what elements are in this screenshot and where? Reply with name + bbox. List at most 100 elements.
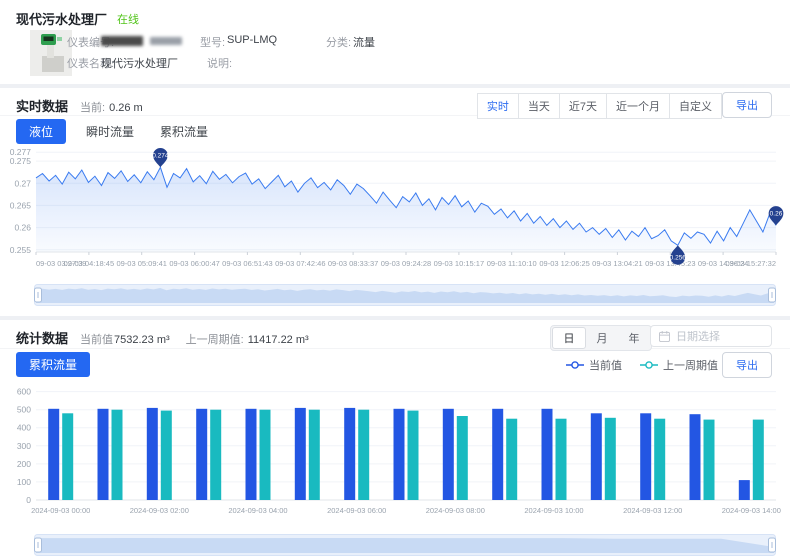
range-button-0[interactable]: 实时 [477,93,519,119]
svg-text:0.274: 0.274 [152,153,169,160]
bar-chart-datazoom[interactable] [34,534,776,556]
stats-tabs: 累积流量 [16,352,110,377]
svg-text:2024-09-03 02:00: 2024-09-03 02:00 [130,506,189,515]
svg-text:0.275: 0.275 [10,156,32,166]
bar-series-1-group-7 [408,411,419,500]
svg-text:09-03 13:04:21: 09-03 13:04:21 [592,259,642,268]
svg-text:0: 0 [26,495,31,505]
range-button-4[interactable]: 自定义 [669,93,722,119]
datazoom-handle-right[interactable] [769,288,776,302]
calendar-icon [659,331,670,342]
svg-text:09-03 12:06:25: 09-03 12:06:25 [539,259,589,268]
export-button-stats[interactable]: 导出 [722,352,772,378]
svg-text:2024-09-03 06:00: 2024-09-03 06:00 [327,506,386,515]
bar-series-0-group-5 [295,408,306,500]
bar-series-1-group-13 [704,420,715,500]
bar-series-0-group-7 [394,409,405,500]
date-placeholder: 日期选择 [676,328,720,344]
svg-text:500: 500 [17,405,31,415]
realtime-header: 实时数据 当前: 0.26 m [16,96,159,115]
bar-series-0-group-9 [492,409,503,500]
legend-item-1[interactable]: 上一周期值 [640,357,718,373]
range-button-3[interactable]: 近一个月 [606,93,670,119]
period-segmented-control: 日月年 [550,325,652,351]
svg-text:2024-09-03 14:00: 2024-09-03 14:00 [722,506,781,515]
svg-text:09-03 05:09:41: 09-03 05:09:41 [116,259,166,268]
redacted-meter-number [101,36,143,46]
bar-series-0-group-8 [443,409,454,500]
export-button-realtime[interactable]: 导出 [722,92,772,118]
period-button-0[interactable]: 日 [552,327,586,349]
stats-current-label: 当前值 [80,331,113,347]
realtime-tab-2[interactable]: 累积流量 [160,119,208,144]
realtime-data-card: 实时数据 当前: 0.26 m 实时当天近7天近一个月自定义 导出 液位瞬时流量… [0,88,790,316]
stats-current-value: 7532.23 m³ [114,334,170,346]
bar-series-0-group-1 [98,409,109,500]
realtime-tab-0[interactable]: 液位 [16,119,66,144]
legend-item-0[interactable]: 当前值 [566,357,622,373]
svg-text:0.255: 0.255 [10,245,32,255]
bar-series-1-group-6 [358,410,369,500]
bar-series-0-group-3 [196,409,207,500]
bar-series-1-group-12 [654,419,665,500]
range-button-1[interactable]: 当天 [518,93,560,119]
category-label: 分类: [326,34,351,50]
bar-series-1-group-0 [62,413,73,500]
current-value: 0.26 m [109,102,143,114]
time-range-group: 实时当天近7天近一个月自定义 [478,93,722,119]
section-title-realtime: 实时数据 [16,96,68,115]
svg-text:2024-09-03 10:00: 2024-09-03 10:00 [524,506,583,515]
datazoom-handle-right[interactable] [769,538,776,552]
datazoom-handle-left[interactable] [35,288,42,302]
category-value: 流量 [353,34,375,50]
svg-text:09-03 06:51:43: 09-03 06:51:43 [222,259,272,268]
svg-text:2024-09-03 12:00: 2024-09-03 12:00 [623,506,682,515]
date-picker[interactable]: 日期选择 [650,325,772,347]
bar-series-1-group-2 [161,411,172,500]
device-monitor-page: 现代污水处理厂 在线 仪表编号: 型号: SUP-LMQ 分类: 流量 仪表名称… [0,0,790,557]
bar-series-0-group-12 [640,413,651,500]
stats-header-divider [0,348,790,349]
bar-series-0-group-2 [147,408,158,500]
svg-text:600: 600 [17,387,31,397]
svg-text:09-03 08:33:37: 09-03 08:33:37 [328,259,378,268]
bar-series-1-group-1 [112,410,123,500]
period-button-2[interactable]: 年 [618,327,650,349]
svg-text:400: 400 [17,423,31,433]
legend-marker-icon [566,360,584,370]
bar-series-0-group-10 [542,409,553,500]
svg-text:0.27: 0.27 [14,178,31,188]
chart-legend: 当前值 上一周期值 [566,357,718,373]
svg-text:09-03 06:00:47: 09-03 06:00:47 [169,259,219,268]
bar-series-0-group-14 [739,480,750,500]
status-badge: 在线 [117,11,139,27]
bar-series-1-group-8 [457,416,468,500]
flow-bar-chart: 01002003004005006002024-09-03 00:002024-… [6,378,786,528]
device-header-card: 现代污水处理厂 在线 仪表编号: 型号: SUP-LMQ 分类: 流量 仪表名称… [0,0,790,84]
device-photo [30,30,72,76]
datazoom-handle-left[interactable] [35,538,42,552]
section-title-stats: 统计数据 [16,328,68,347]
svg-text:09-03 11:10:10: 09-03 11:10:10 [487,259,537,268]
svg-text:09-03 15:27:32: 09-03 15:27:32 [726,259,776,268]
svg-text:09-03 10:15:17: 09-03 10:15:17 [434,259,484,268]
level-line-chart: 0.2550.260.2650.270.2750.27709-03 03:27:… [6,144,786,284]
level-area-fill [36,167,776,252]
bar-series-0-group-6 [344,408,355,500]
legend-label: 上一周期值 [663,357,718,373]
realtime-tab-1[interactable]: 瞬时流量 [86,119,134,144]
bar-series-0-group-4 [246,409,257,500]
bar-series-1-group-11 [605,418,616,500]
legend-marker-icon [640,360,658,370]
bar-series-0-group-11 [591,413,602,500]
svg-text:0.256: 0.256 [670,255,687,262]
line-chart-datazoom[interactable] [34,284,776,306]
range-button-2[interactable]: 近7天 [559,93,607,119]
realtime-tabs: 液位瞬时流量 累积流量 [16,119,234,144]
svg-text:0.265: 0.265 [10,200,32,210]
tab-cumulative-flow[interactable]: 累积流量 [16,352,90,377]
period-button-1[interactable]: 月 [586,327,618,349]
svg-text:09-03 04:18:45: 09-03 04:18:45 [64,259,114,268]
bar-series-0-group-13 [690,414,701,500]
stats-prev-label: 上一周期值: [186,331,244,347]
